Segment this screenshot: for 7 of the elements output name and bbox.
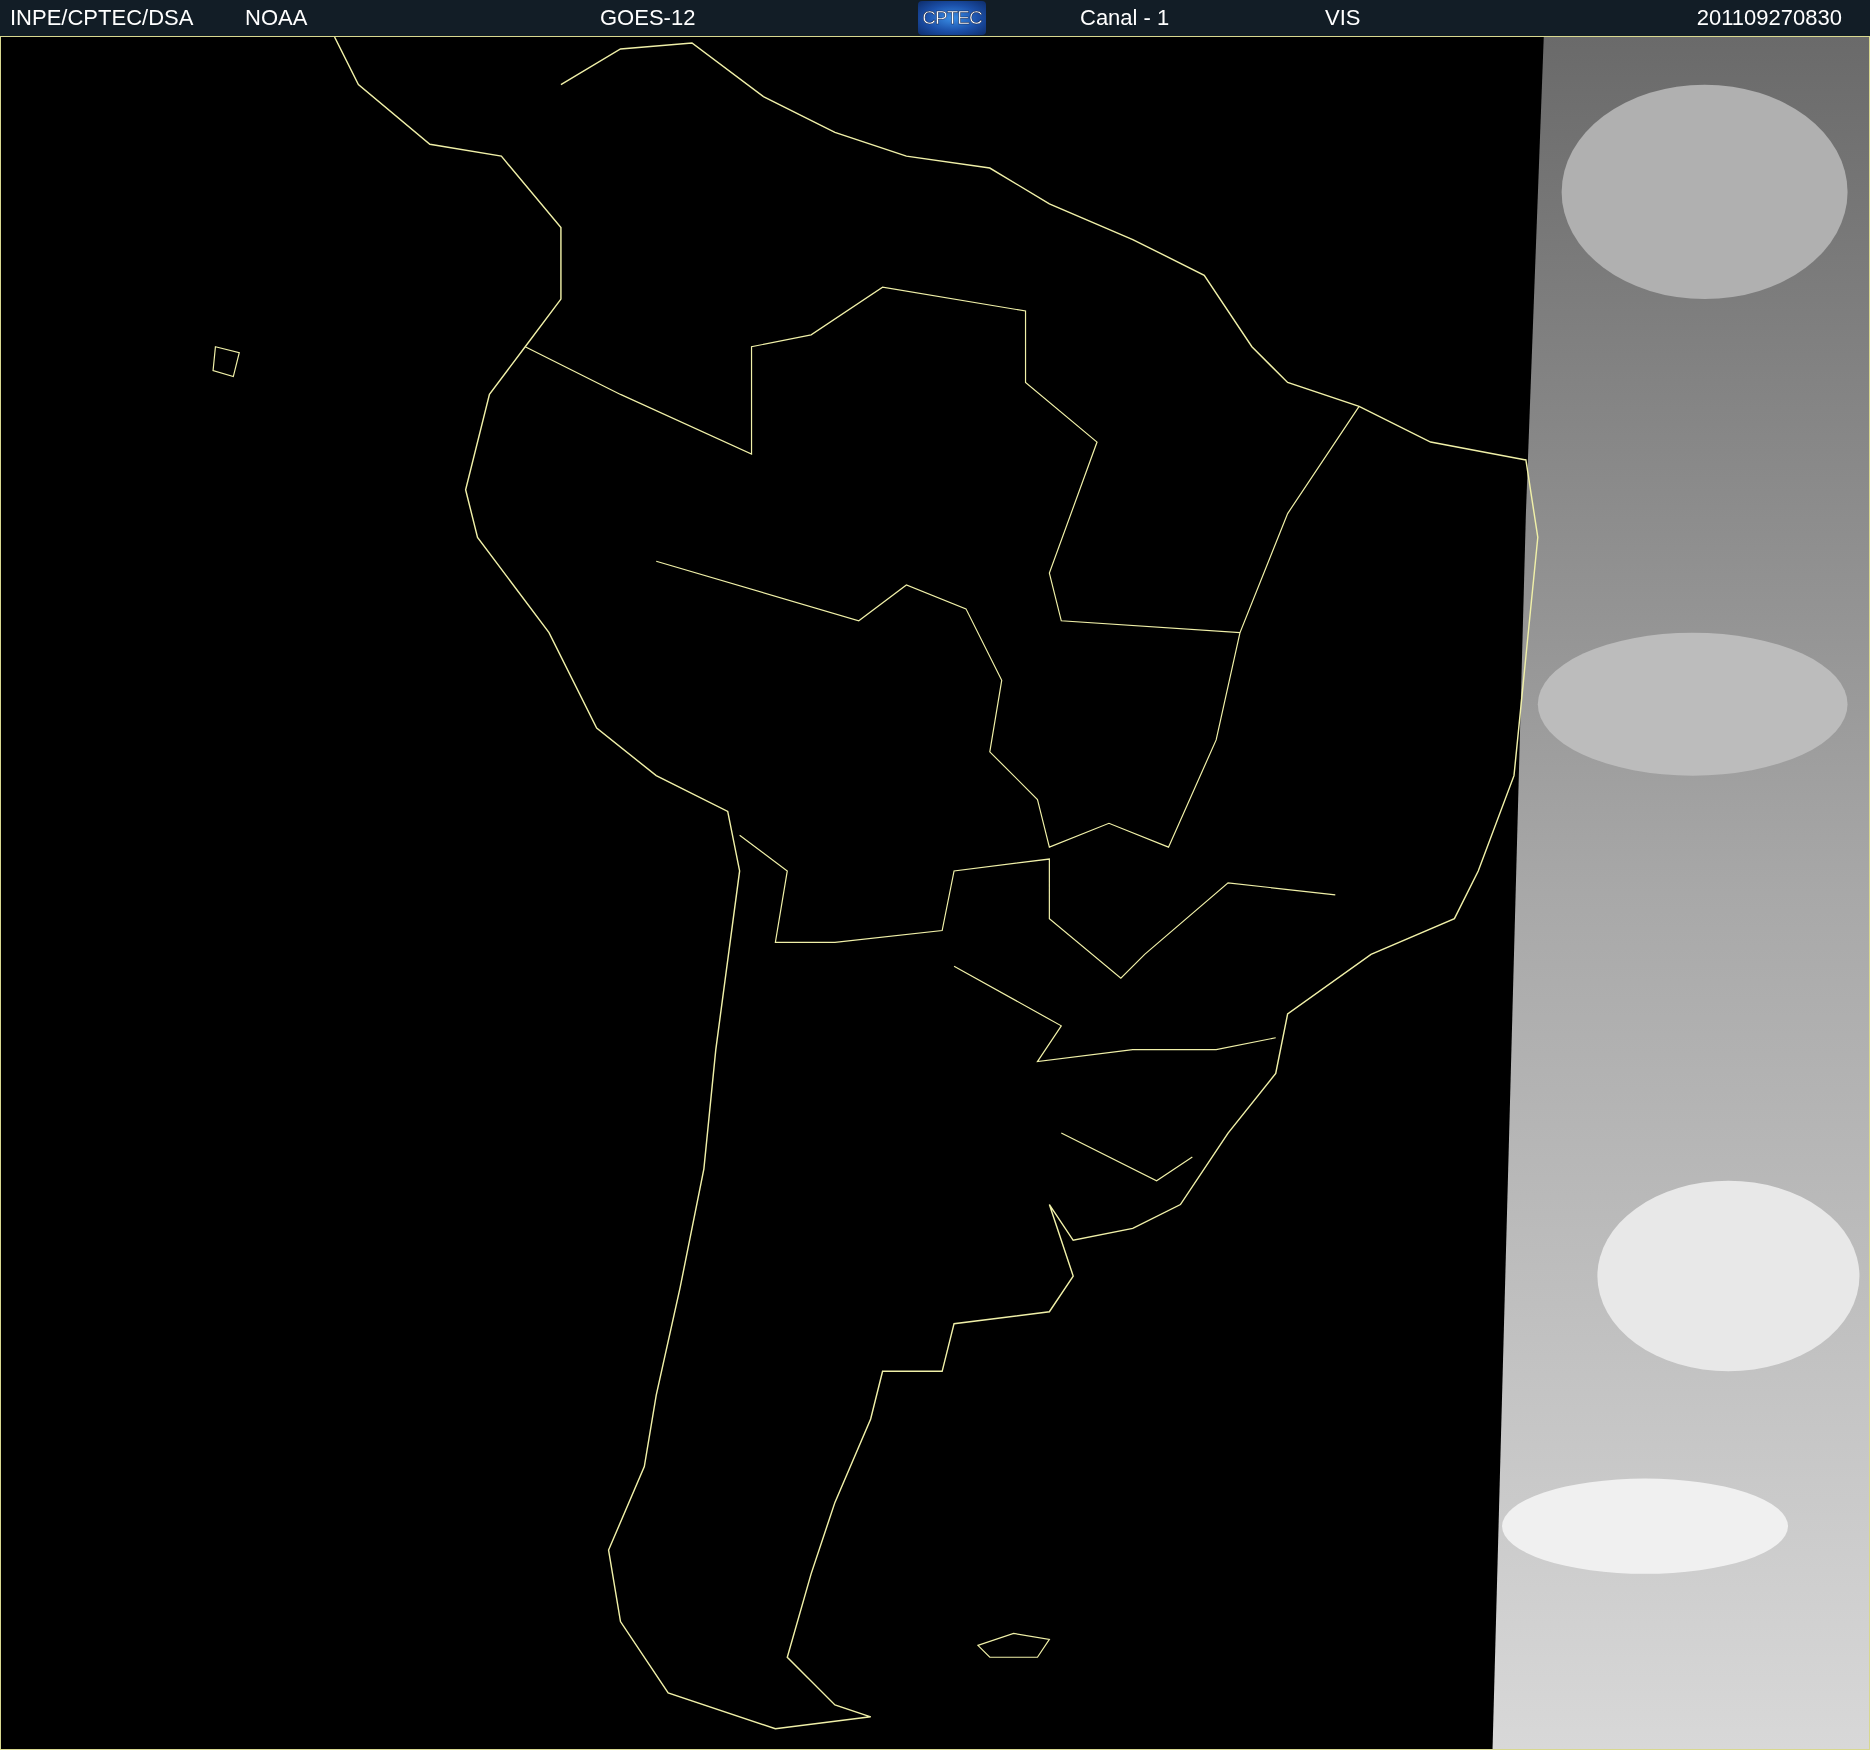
header-label: NOAA <box>245 5 309 31</box>
header-label: GOES-12 <box>600 5 697 31</box>
header-label: 201109270830 <box>1696 5 1842 31</box>
header-label: VIS <box>1325 5 1362 31</box>
logo: CPTEC <box>918 1 986 35</box>
header-label: INPE/CPTEC/DSA <box>10 5 195 31</box>
header-label: Canal - 1 <box>1080 5 1171 31</box>
